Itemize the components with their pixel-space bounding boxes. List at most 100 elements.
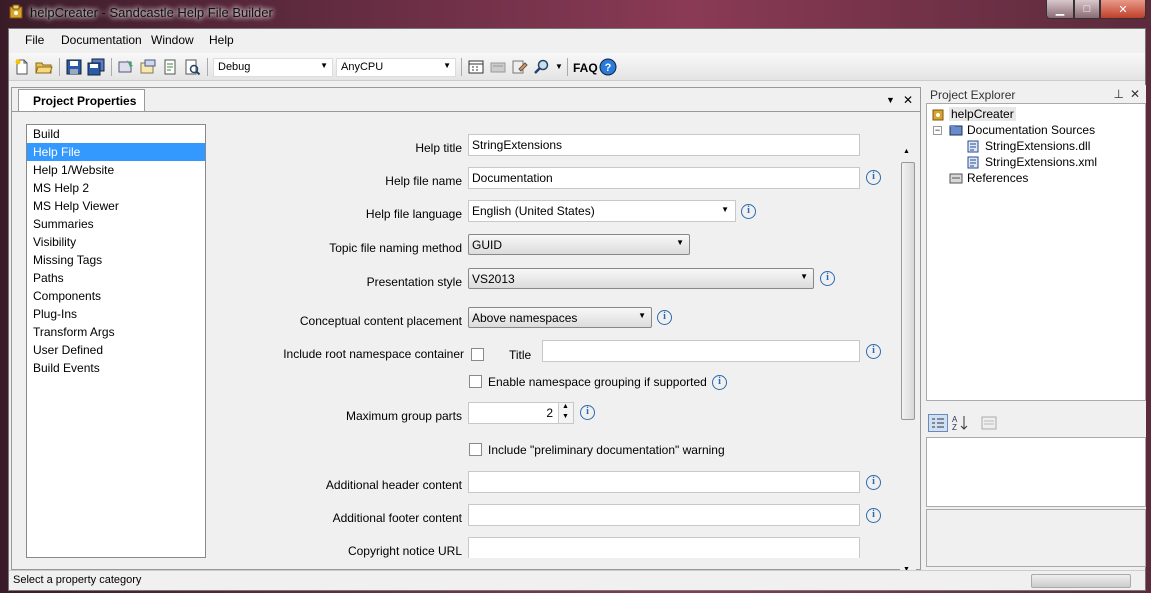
categorized-icon[interactable] <box>928 414 948 432</box>
tree-item-references[interactable]: References <box>967 171 1028 185</box>
project-icon <box>932 109 944 121</box>
copyright-url-input[interactable] <box>468 537 860 558</box>
language-select[interactable]: English (United States) ▼ <box>468 200 736 222</box>
copyright-url-label: Copyright notice URL <box>347 544 462 558</box>
rebuild-icon[interactable] <box>139 58 157 76</box>
view-help-icon[interactable] <box>161 58 179 76</box>
delete-icon[interactable] <box>489 58 507 76</box>
property-description <box>926 509 1146 567</box>
root-namespace-checkbox[interactable] <box>471 348 484 361</box>
save-all-icon[interactable] <box>87 58 105 76</box>
tree-item-project[interactable]: helpCreater <box>949 107 1016 121</box>
footer-content-label: Additional footer content <box>332 511 462 525</box>
info-icon[interactable]: i <box>866 344 881 359</box>
property-pages-icon[interactable] <box>980 414 998 432</box>
pin-icon[interactable]: ⊥ <box>1114 87 1124 101</box>
faq-button[interactable]: FAQ <box>573 61 598 75</box>
content-placement-value: Above namespaces <box>472 311 578 325</box>
tab-project-properties[interactable]: Project Properties <box>18 89 146 111</box>
menu-help[interactable]: Help <box>209 33 234 47</box>
vertical-scrollbar[interactable]: ▲ ▼ <box>900 146 916 580</box>
menu-bar: File Documentation Window Help <box>9 29 1145 51</box>
open-project-icon[interactable] <box>35 58 53 76</box>
close-icon[interactable]: ✕ <box>903 93 913 107</box>
list-item[interactable]: Transform Args <box>27 323 205 341</box>
maximize-button[interactable]: □ <box>1074 0 1100 19</box>
scrollbar-thumb[interactable] <box>901 162 915 420</box>
list-item[interactable]: Help 1/Website <box>27 161 205 179</box>
content-placement-select[interactable]: Above namespaces ▼ <box>468 307 652 328</box>
menu-documentation[interactable]: Documentation <box>61 33 142 47</box>
chevron-down-icon: ▼ <box>443 61 451 70</box>
info-icon[interactable]: i <box>866 508 881 523</box>
list-item[interactable]: Components <box>27 287 205 305</box>
list-item[interactable]: Plug-Ins <box>27 305 205 323</box>
search-icon[interactable] <box>533 58 551 76</box>
list-item[interactable]: Visibility <box>27 233 205 251</box>
svg-text:?: ? <box>605 62 612 74</box>
tree-item-xml[interactable]: StringExtensions.xml <box>985 155 1097 169</box>
list-item[interactable]: User Defined <box>27 341 205 359</box>
view-log-icon[interactable] <box>183 58 201 76</box>
help-file-name-label: Help file name <box>385 174 462 188</box>
properties-body: Build Help File Help 1/Website MS Help 2… <box>12 111 920 580</box>
list-item[interactable]: Build <box>27 125 205 143</box>
chevron-down-icon: ▼ <box>721 205 729 214</box>
folder-icon <box>949 125 963 136</box>
app-icon <box>9 4 23 19</box>
chevron-down-icon[interactable]: ▼ <box>562 413 569 420</box>
quantity-stepper[interactable]: ▲ ▼ <box>558 403 573 423</box>
info-icon[interactable]: i <box>712 375 727 390</box>
status-text: Select a property category <box>13 574 142 586</box>
list-item[interactable]: Build Events <box>27 359 205 377</box>
info-icon[interactable]: i <box>820 271 835 286</box>
minimize-button[interactable]: ▁ <box>1046 0 1074 19</box>
list-item[interactable]: Help File <box>27 143 205 161</box>
new-project-icon[interactable] <box>13 58 31 76</box>
list-item[interactable]: MS Help Viewer <box>27 197 205 215</box>
menu-file[interactable]: File <box>25 33 44 47</box>
preliminary-warning-checkbox[interactable] <box>469 443 482 456</box>
app-window: helpCreater - Sandcastle Help File Build… <box>0 0 1151 593</box>
tree-item-dll[interactable]: StringExtensions.dll <box>985 139 1090 153</box>
chevron-down-icon[interactable]: ▼ <box>555 62 563 71</box>
chevron-up-icon[interactable]: ▲ <box>562 403 569 410</box>
footer-content-input[interactable] <box>468 504 860 526</box>
presentation-style-select[interactable]: VS2013 ▼ <box>468 268 814 289</box>
root-title-input[interactable] <box>542 340 860 362</box>
save-icon[interactable] <box>65 58 83 76</box>
chevron-up-icon[interactable]: ▲ <box>903 148 910 155</box>
platform-combo[interactable]: AnyCPU ▼ <box>336 58 456 77</box>
presentation-style-value: VS2013 <box>472 272 515 286</box>
tree-item-doc-sources[interactable]: Documentation Sources <box>967 123 1095 137</box>
build-icon[interactable] <box>117 58 135 76</box>
namespace-grouping-checkbox[interactable] <box>469 375 482 388</box>
property-grid[interactable] <box>926 437 1146 507</box>
list-item[interactable]: MS Help 2 <box>27 179 205 197</box>
collapse-icon[interactable]: − <box>933 126 942 135</box>
header-content-input[interactable] <box>468 471 860 493</box>
info-icon[interactable]: i <box>580 405 595 420</box>
info-icon[interactable]: i <box>741 204 756 219</box>
header-content-label: Additional header content <box>325 478 462 492</box>
toolbar-separator <box>567 58 568 76</box>
list-item[interactable]: Missing Tags <box>27 251 205 269</box>
list-item[interactable]: Paths <box>27 269 205 287</box>
edit-icon[interactable] <box>511 58 529 76</box>
help-file-name-input[interactable]: Documentation <box>468 167 860 189</box>
close-icon[interactable]: ✕ <box>1130 87 1140 101</box>
help-title-input[interactable]: StringExtensions <box>468 134 860 156</box>
info-icon[interactable]: i <box>866 475 881 490</box>
title-bar[interactable]: helpCreater - Sandcastle Help File Build… <box>0 0 1151 26</box>
help-icon[interactable]: ? <box>599 58 617 76</box>
list-item[interactable]: Summaries <box>27 215 205 233</box>
info-icon[interactable]: i <box>866 170 881 185</box>
chevron-down-icon[interactable]: ▼ <box>886 95 895 105</box>
entity-references-icon[interactable] <box>467 58 485 76</box>
sort-alphabetical-icon[interactable]: AZ <box>950 414 970 432</box>
naming-method-select[interactable]: GUID ▼ <box>468 234 690 255</box>
info-icon[interactable]: i <box>657 310 672 325</box>
close-button[interactable]: ✕ <box>1100 0 1146 19</box>
configuration-combo[interactable]: Debug ▼ <box>213 58 333 77</box>
menu-window[interactable]: Window <box>151 33 194 47</box>
